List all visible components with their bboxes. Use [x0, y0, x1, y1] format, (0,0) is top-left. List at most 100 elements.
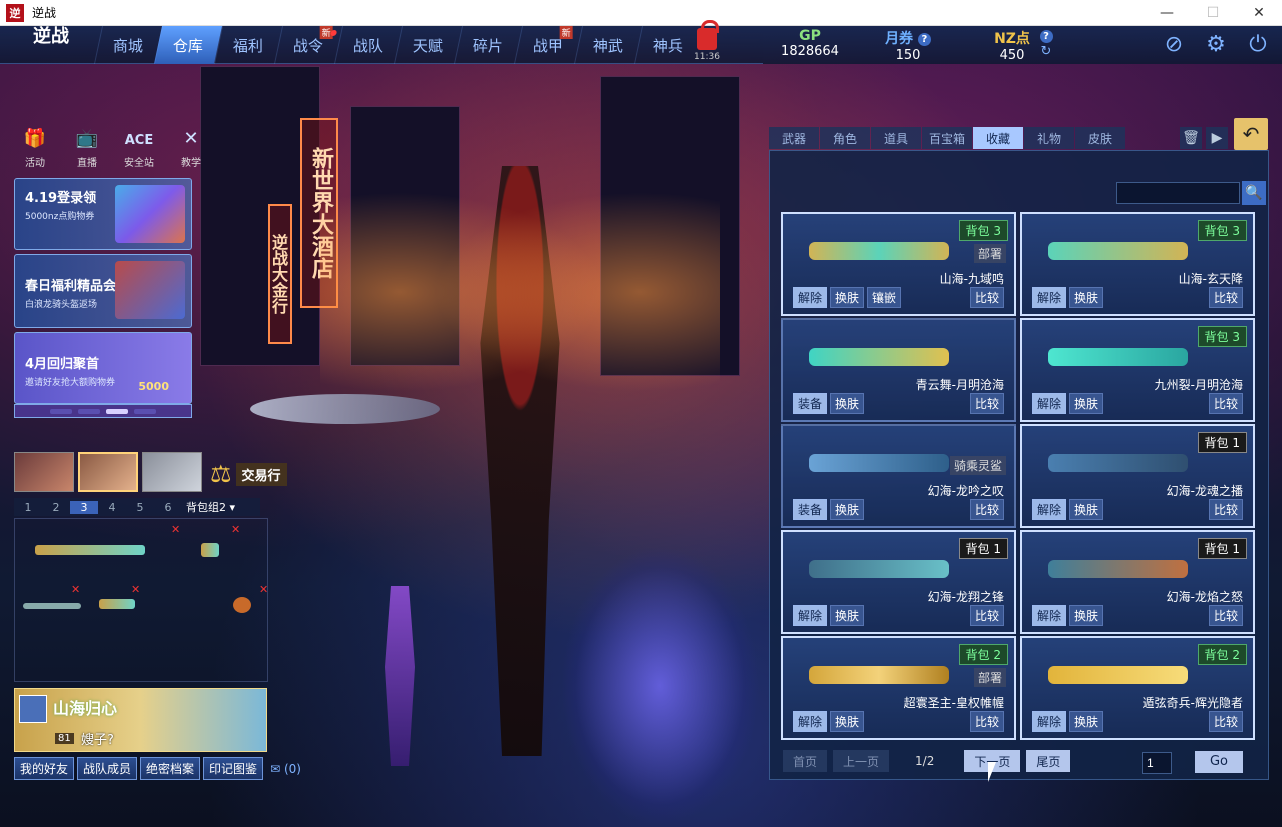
trade-market-button[interactable]: ⚖ 交易行 — [210, 460, 287, 488]
tab-treasure-box[interactable]: 百宝箱 — [922, 127, 972, 149]
undo-button[interactable]: ↶ — [1234, 118, 1268, 150]
weapon-action-button[interactable]: 换肤 — [830, 393, 865, 414]
weapon-action-button[interactable]: 换肤 — [1069, 499, 1104, 520]
tab-weapons[interactable]: 武器 — [769, 127, 819, 149]
weapon-action-button[interactable]: 解除 — [793, 287, 828, 308]
slot-tab[interactable]: 1 — [14, 501, 42, 514]
gear-icon[interactable]: ⚙ — [1202, 30, 1230, 58]
equipped-weapon-thumb[interactable] — [23, 603, 81, 609]
profile-banner[interactable]: 山海归心 81 嫂子? — [14, 688, 267, 752]
weapon-card[interactable]: 背包 1 幻海-龙魂之播 解除 换肤 比较 — [1020, 424, 1255, 528]
character-avatar[interactable] — [142, 452, 202, 492]
search-input[interactable] — [1116, 182, 1240, 204]
help-icon[interactable]: ? — [1039, 29, 1053, 43]
weapon-action-button[interactable]: 解除 — [1032, 605, 1067, 626]
weapon-card[interactable]: 背包 3 九州裂-月明沧海 解除 换肤 比较 — [1020, 318, 1255, 422]
weapon-action-button[interactable]: 换肤 — [1069, 393, 1104, 414]
compare-button[interactable]: 比较 — [969, 605, 1004, 626]
nav-tab-battlepass[interactable]: 战令新 — [273, 26, 343, 64]
nav-tab-divine-arms[interactable]: 神武 — [573, 26, 643, 64]
weapon-card[interactable]: 背包 2 遁弦奇兵-辉光隐者 解除 换肤 比较 — [1020, 636, 1255, 740]
weapon-action-button[interactable]: 换肤 — [1069, 711, 1104, 732]
compare-button[interactable]: 比较 — [969, 287, 1004, 308]
weapon-action-button[interactable]: 镶嵌 — [867, 287, 902, 308]
weapon-action-button[interactable]: 换肤 — [830, 711, 865, 732]
compare-button[interactable]: 比较 — [1208, 393, 1243, 414]
nav-tab-team[interactable]: 战队 — [333, 26, 403, 64]
remove-icon[interactable]: ✕ — [231, 523, 240, 536]
weapon-card[interactable]: 背包 3 部署 山海-九域鸣 解除 换肤 镶嵌 比较 — [781, 212, 1016, 316]
compare-button[interactable]: 比较 — [969, 711, 1004, 732]
power-icon[interactable]: ⏻ — [1244, 30, 1272, 58]
go-button[interactable]: Go — [1195, 751, 1243, 773]
nav-tab-fragments[interactable]: 碎片 — [453, 26, 523, 64]
refresh-icon[interactable]: ↻ — [1031, 44, 1061, 59]
weapon-action-button[interactable]: 换肤 — [1069, 605, 1104, 626]
prev-page-button[interactable]: 上一页 — [833, 750, 890, 772]
weapon-action-button[interactable]: 解除 — [1032, 287, 1067, 308]
first-page-button[interactable]: 首页 — [783, 750, 828, 772]
quicklink-activity[interactable]: 🎁 活动 — [16, 128, 54, 169]
weapon-action-button[interactable]: 解除 — [1032, 393, 1067, 414]
tab-characters[interactable]: 角色 — [820, 127, 870, 149]
quicklink-security[interactable]: ACE 安全站 — [120, 128, 158, 169]
lock-indicator[interactable]: 11:36 — [690, 20, 724, 62]
slot-tab[interactable]: 6 — [154, 501, 182, 514]
weapon-card[interactable]: 背包 1 幻海-龙翔之锋 解除 换肤 比较 — [781, 530, 1016, 634]
character-avatar-selected[interactable] — [78, 452, 138, 492]
compare-button[interactable]: 比较 — [1208, 605, 1243, 626]
help-icon[interactable]: ? — [917, 32, 931, 46]
nav-tab-armor[interactable]: 战甲新 — [513, 26, 583, 64]
remove-icon[interactable]: ✕ — [71, 583, 80, 596]
weapon-action-button[interactable]: 装备 — [793, 393, 828, 414]
minimize-button[interactable]: — — [1144, 0, 1190, 26]
compare-button[interactable]: 比较 — [1208, 499, 1243, 520]
tab-collection[interactable]: 收藏 — [973, 127, 1023, 149]
slot-tab[interactable]: 4 — [98, 501, 126, 514]
weapon-action-button[interactable]: 解除 — [793, 605, 828, 626]
search-icon[interactable]: 🔍 — [1242, 181, 1266, 205]
weapon-action-button[interactable]: 换肤 — [830, 287, 865, 308]
nav-tab-shop[interactable]: 商城 — [93, 26, 163, 64]
weapon-card[interactable]: 背包 3 山海-玄天降 解除 换肤 比较 — [1020, 212, 1255, 316]
slot-tab-selected[interactable]: 3 — [70, 500, 98, 514]
secret-files-button[interactable]: 绝密档案 — [140, 757, 201, 780]
character-avatar[interactable] — [14, 452, 74, 492]
banner-carousel-dots[interactable] — [14, 404, 192, 418]
no-signal-icon[interactable]: ⊘ — [1160, 30, 1188, 58]
weapon-action-button[interactable]: 解除 — [793, 711, 828, 732]
quicklink-live[interactable]: 📺 直播 — [68, 128, 106, 169]
camera-icon[interactable]: ▶ — [1206, 127, 1228, 149]
nav-tab-talent[interactable]: 天赋 — [393, 26, 463, 64]
compare-button[interactable]: 比较 — [969, 499, 1004, 520]
mail-button[interactable]: ✉ (0) — [270, 762, 301, 776]
weapon-card[interactable]: 骑乘灵鲨 幻海-龙吟之叹 装备 换肤 比较 — [781, 424, 1016, 528]
close-button[interactable]: ✕ — [1236, 0, 1282, 26]
tab-items[interactable]: 道具 — [871, 127, 921, 149]
quicklink-tutorial[interactable]: ✕ 教学 — [172, 128, 210, 169]
remove-icon[interactable]: ✕ — [131, 583, 140, 596]
weapon-card[interactable]: 背包 1 幻海-龙焰之怒 解除 换肤 比较 — [1020, 530, 1255, 634]
banner-spring-welfare[interactable]: 春日福利精品会 白浪龙骑头盔返场 — [14, 254, 192, 328]
nav-tab-welfare[interactable]: 福利 — [213, 26, 283, 64]
remove-icon[interactable]: ✕ — [171, 523, 180, 536]
team-members-button[interactable]: 战队成员 — [77, 757, 138, 780]
weapon-card[interactable]: 背包 2 部署 超寰圣主-皇权帷幄 解除 换肤 比较 — [781, 636, 1016, 740]
trash-icon[interactable]: 🗑 — [1180, 127, 1202, 149]
tab-skins[interactable]: 皮肤 — [1075, 127, 1125, 149]
weapon-action-button[interactable]: 换肤 — [830, 499, 865, 520]
weapon-action-button[interactable]: 解除 — [1032, 499, 1067, 520]
bag-group-select[interactable]: 背包组2 ▾ — [186, 499, 235, 515]
tab-gifts[interactable]: 礼物 — [1024, 127, 1074, 149]
compare-button[interactable]: 比较 — [969, 393, 1004, 414]
maximize-button[interactable]: ☐ — [1190, 0, 1236, 26]
compare-button[interactable]: 比较 — [1208, 287, 1243, 308]
compare-button[interactable]: 比较 — [1208, 711, 1243, 732]
equipped-weapon-thumb[interactable] — [201, 543, 219, 557]
equipped-weapon-thumb[interactable] — [35, 545, 145, 555]
weapon-action-button[interactable]: 装备 — [793, 499, 828, 520]
remove-icon[interactable]: ✕ — [259, 583, 268, 596]
slot-tab[interactable]: 2 — [42, 501, 70, 514]
last-page-button[interactable]: 尾页 — [1026, 750, 1071, 772]
friends-button[interactable]: 我的好友 — [14, 757, 75, 780]
